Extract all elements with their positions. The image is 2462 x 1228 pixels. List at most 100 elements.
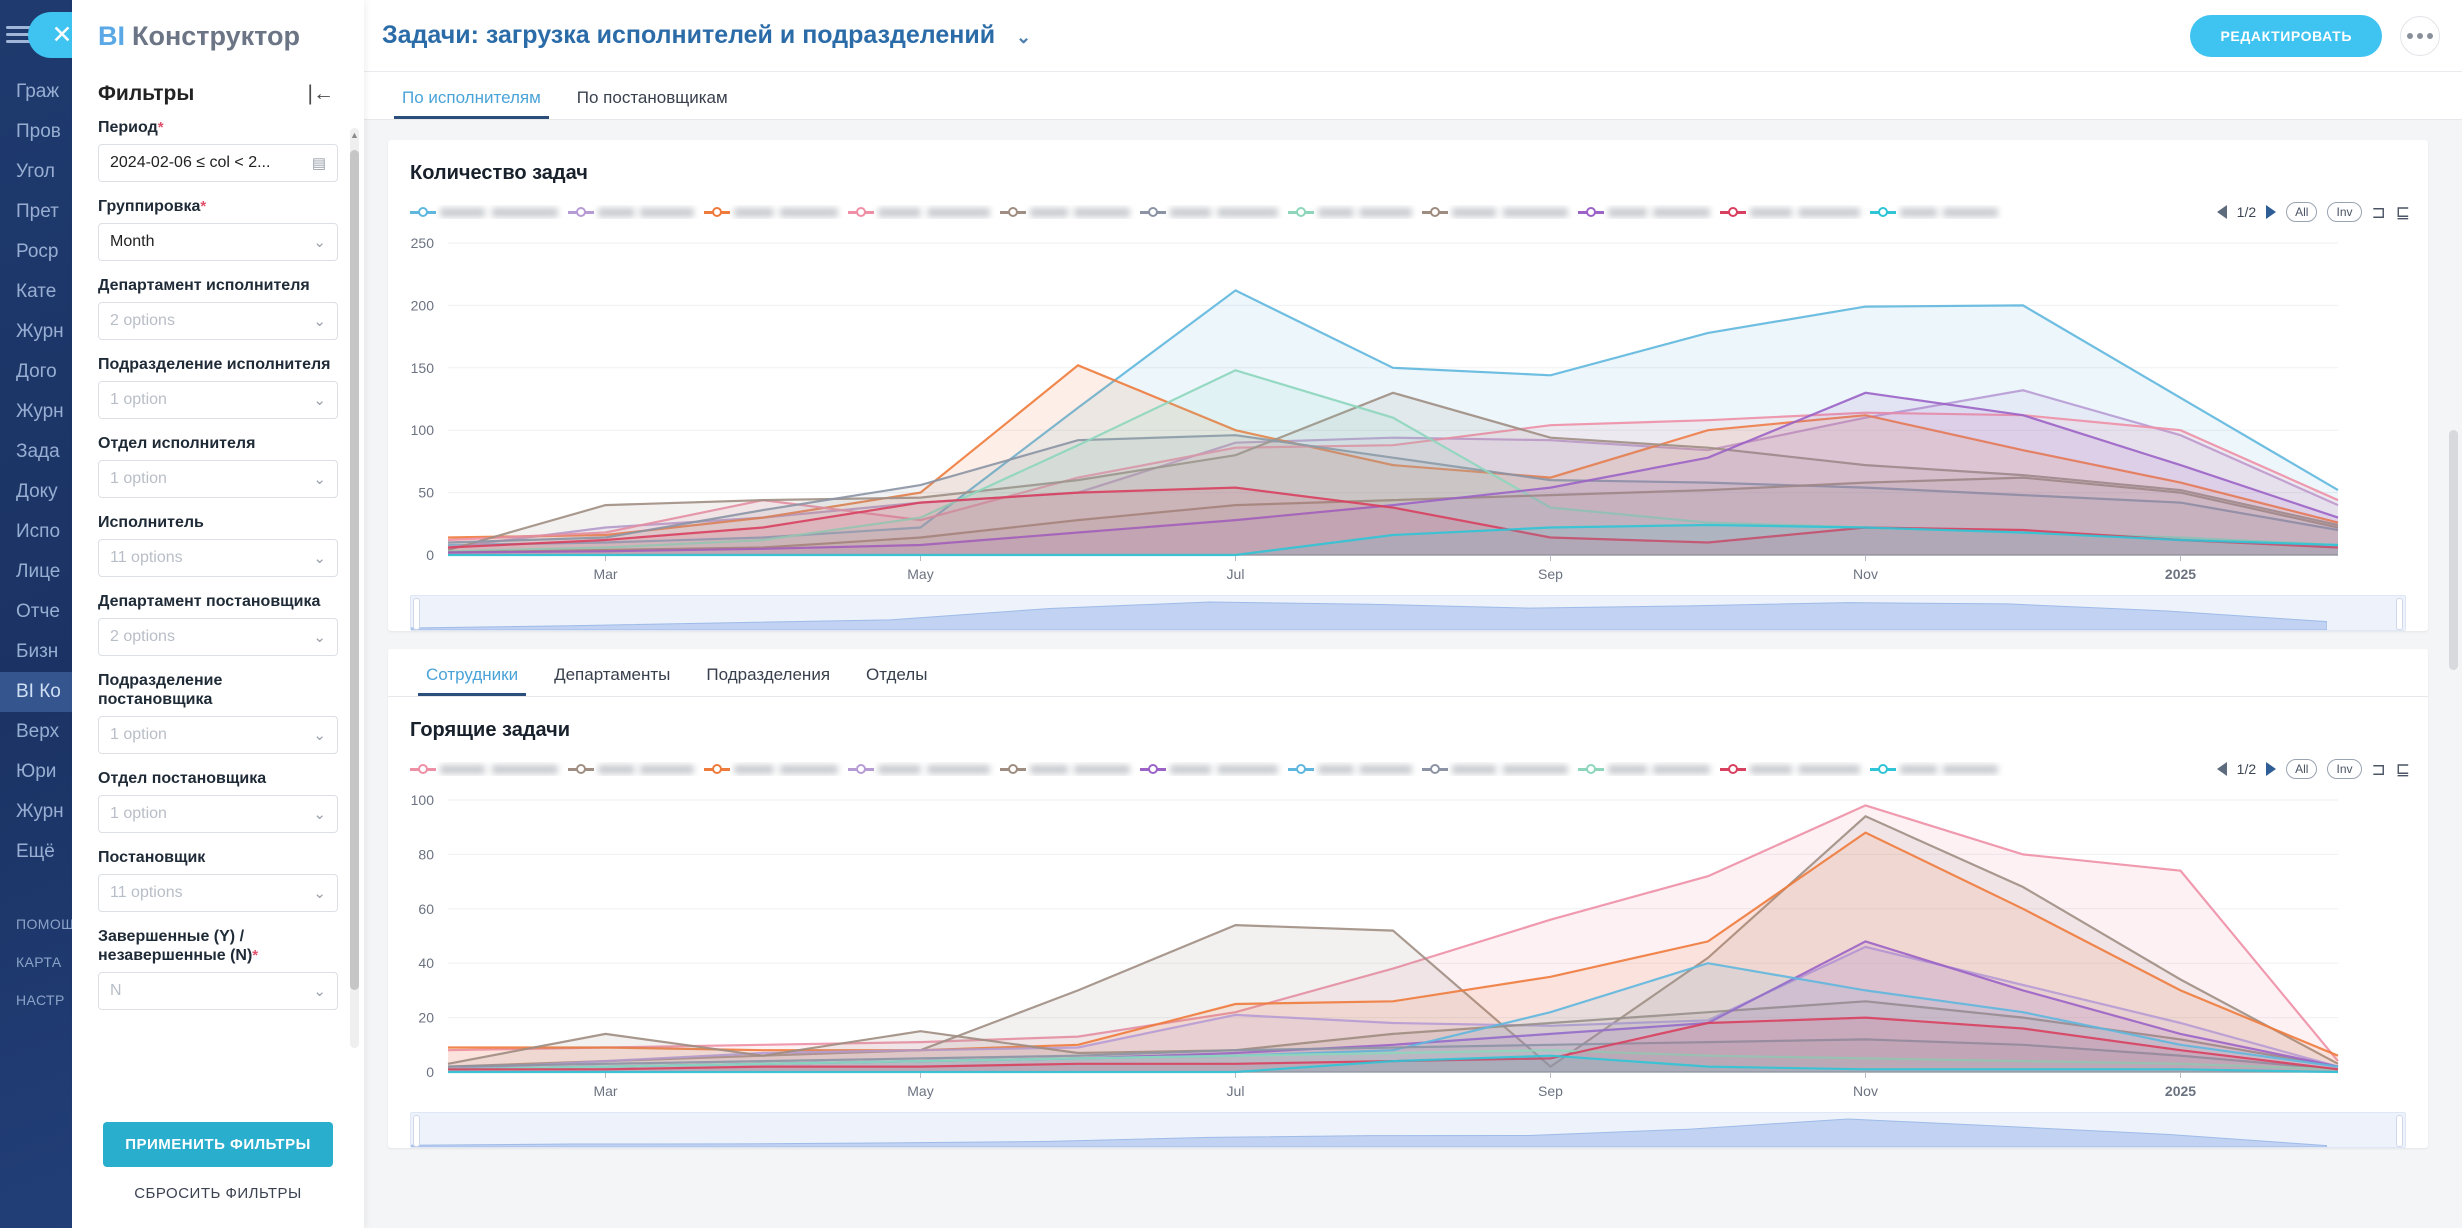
zoom-handle-right-2[interactable] [2396, 1115, 2403, 1147]
legend-label [1900, 764, 1998, 774]
scroll-up-arrow-icon[interactable]: ▲ [350, 130, 359, 140]
sidebar-item-label: Испо [16, 521, 61, 542]
chevron-down-icon[interactable]: ⌄ [313, 391, 326, 409]
legend-marker-icon [1578, 762, 1604, 776]
select-all-button[interactable]: All [2286, 202, 2318, 222]
legend-item-8[interactable] [1578, 205, 1710, 219]
tab-1[interactable]: По постановщикам [559, 88, 746, 119]
legend-label [734, 764, 838, 774]
inner-tab-3[interactable]: Отделы [848, 665, 945, 696]
zoom-handle-right-1[interactable] [2396, 598, 2403, 630]
scrollbar-thumb[interactable] [350, 150, 359, 990]
filter-group-8: Отдел постановщика 1 option ⌄ [98, 769, 338, 833]
legend-item-3[interactable] [848, 762, 990, 776]
filter-label: Департамент постановщика [98, 593, 321, 610]
filter-control-3[interactable]: 1 option ⌄ [98, 381, 338, 419]
filter-control-8[interactable]: 1 option ⌄ [98, 795, 338, 833]
zoom-handle-left-2[interactable] [413, 1115, 420, 1147]
chart-zoom-slider-2[interactable] [410, 1112, 2406, 1148]
add-selection-icon[interactable]: ⊐ [2372, 204, 2386, 221]
triangle-right-icon[interactable] [2266, 205, 2277, 219]
legend-item-4[interactable] [1000, 762, 1130, 776]
brand-name: Конструктор [132, 20, 301, 51]
page-scrollbar[interactable] [2449, 430, 2458, 670]
legend-item-2[interactable] [704, 762, 838, 776]
legend-item-9[interactable] [1720, 762, 1860, 776]
collapse-panel-icon[interactable]: |← [308, 82, 334, 106]
legend-item-8[interactable] [1578, 762, 1710, 776]
filter-control-7[interactable]: 1 option ⌄ [98, 716, 338, 754]
chart-legend-1[interactable] [410, 205, 2217, 219]
legend-item-7[interactable] [1422, 205, 1568, 219]
chevron-down-icon[interactable]: ⌄ [313, 982, 326, 1000]
filter-label: Отдел исполнителя [98, 435, 256, 452]
sidebar-item-label: Кате [16, 281, 57, 302]
apply-filters-button[interactable]: ПРИМЕНИТЬ ФИЛЬТРЫ [103, 1122, 333, 1167]
inner-tab-0[interactable]: Сотрудники [408, 665, 536, 696]
filter-control-2[interactable]: 2 options ⌄ [98, 302, 338, 340]
legend-item-9[interactable] [1720, 205, 1860, 219]
legend-marker-icon [568, 762, 594, 776]
legend-marker-icon [1288, 762, 1314, 776]
more-horizontal-icon[interactable] [2400, 15, 2440, 56]
chevron-down-icon[interactable]: ⌄ [313, 312, 326, 330]
legend-item-7[interactable] [1422, 762, 1568, 776]
chart-zoom-slider-1[interactable] [410, 595, 2406, 631]
edit-button[interactable]: РЕДАКТИРОВАТЬ [2190, 14, 2382, 57]
legend-item-6[interactable] [1288, 762, 1412, 776]
sidebar-item-label: Журн [16, 401, 64, 422]
filter-control-6[interactable]: 2 options ⌄ [98, 618, 338, 656]
inner-tab-1[interactable]: Департаменты [536, 665, 688, 696]
triangle-left-icon[interactable] [2216, 762, 2227, 776]
svg-text:200: 200 [411, 297, 435, 313]
chevron-down-icon[interactable]: ⌄ [1016, 27, 1031, 47]
legend-item-4[interactable] [1000, 205, 1130, 219]
chevron-down-icon[interactable]: ⌄ [313, 884, 326, 902]
svg-text:100: 100 [411, 792, 435, 808]
add-selection-icon[interactable]: ⊐ [2372, 761, 2386, 778]
undo-selection-icon[interactable]: ⊑ [2396, 761, 2410, 778]
tab-0[interactable]: По исполнителям [384, 88, 559, 119]
legend-item-6[interactable] [1288, 205, 1412, 219]
filter-control-0[interactable]: 2024-02-06 ≤ col < 2... ▤ [98, 144, 338, 182]
chevron-down-icon[interactable]: ⌄ [313, 726, 326, 744]
legend-item-10[interactable] [1870, 205, 1998, 219]
filter-control-4[interactable]: 1 option ⌄ [98, 460, 338, 498]
legend-item-3[interactable] [848, 205, 990, 219]
reset-filters-button[interactable]: СБРОСИТЬ ФИЛЬТРЫ [134, 1185, 302, 1202]
triangle-left-icon[interactable] [2216, 205, 2227, 219]
inner-tab-2[interactable]: Подразделения [688, 665, 848, 696]
svg-text:20: 20 [418, 1010, 434, 1026]
filter-control-5[interactable]: 11 options ⌄ [98, 539, 338, 577]
invert-selection-button[interactable]: Inv [2327, 202, 2362, 222]
triangle-right-icon[interactable] [2266, 762, 2277, 776]
filter-control-9[interactable]: 11 options ⌄ [98, 874, 338, 912]
select-all-button[interactable]: All [2286, 759, 2318, 779]
legend-label [734, 207, 838, 217]
chevron-down-icon[interactable]: ⌄ [313, 470, 326, 488]
svg-text:Jul: Jul [1227, 1083, 1245, 1099]
legend-marker-icon [410, 762, 436, 776]
svg-text:2025: 2025 [2165, 1083, 2196, 1099]
chevron-down-icon[interactable]: ⌄ [313, 805, 326, 823]
filter-control-1[interactable]: Month ⌄ [98, 223, 338, 261]
zoom-handle-left-1[interactable] [413, 598, 420, 630]
legend-item-2[interactable] [704, 205, 838, 219]
calendar-icon[interactable]: ▤ [312, 154, 326, 172]
filter-control-10[interactable]: N ⌄ [98, 972, 338, 1010]
invert-selection-button[interactable]: Inv [2327, 759, 2362, 779]
undo-selection-icon[interactable]: ⊑ [2396, 204, 2410, 221]
chart-legend-2[interactable] [410, 762, 2217, 776]
legend-item-1[interactable] [568, 205, 694, 219]
legend-item-1[interactable] [568, 762, 694, 776]
legend-item-10[interactable] [1870, 762, 1998, 776]
chevron-down-icon[interactable]: ⌄ [313, 549, 326, 567]
chevron-down-icon[interactable]: ⌄ [313, 628, 326, 646]
legend-label [1318, 207, 1412, 217]
filters-scrollbar[interactable]: ▲ [350, 128, 359, 1048]
legend-item-0[interactable] [410, 762, 558, 776]
legend-item-5[interactable] [1140, 762, 1278, 776]
chevron-down-icon[interactable]: ⌄ [313, 233, 326, 251]
legend-item-5[interactable] [1140, 205, 1278, 219]
legend-item-0[interactable] [410, 205, 558, 219]
